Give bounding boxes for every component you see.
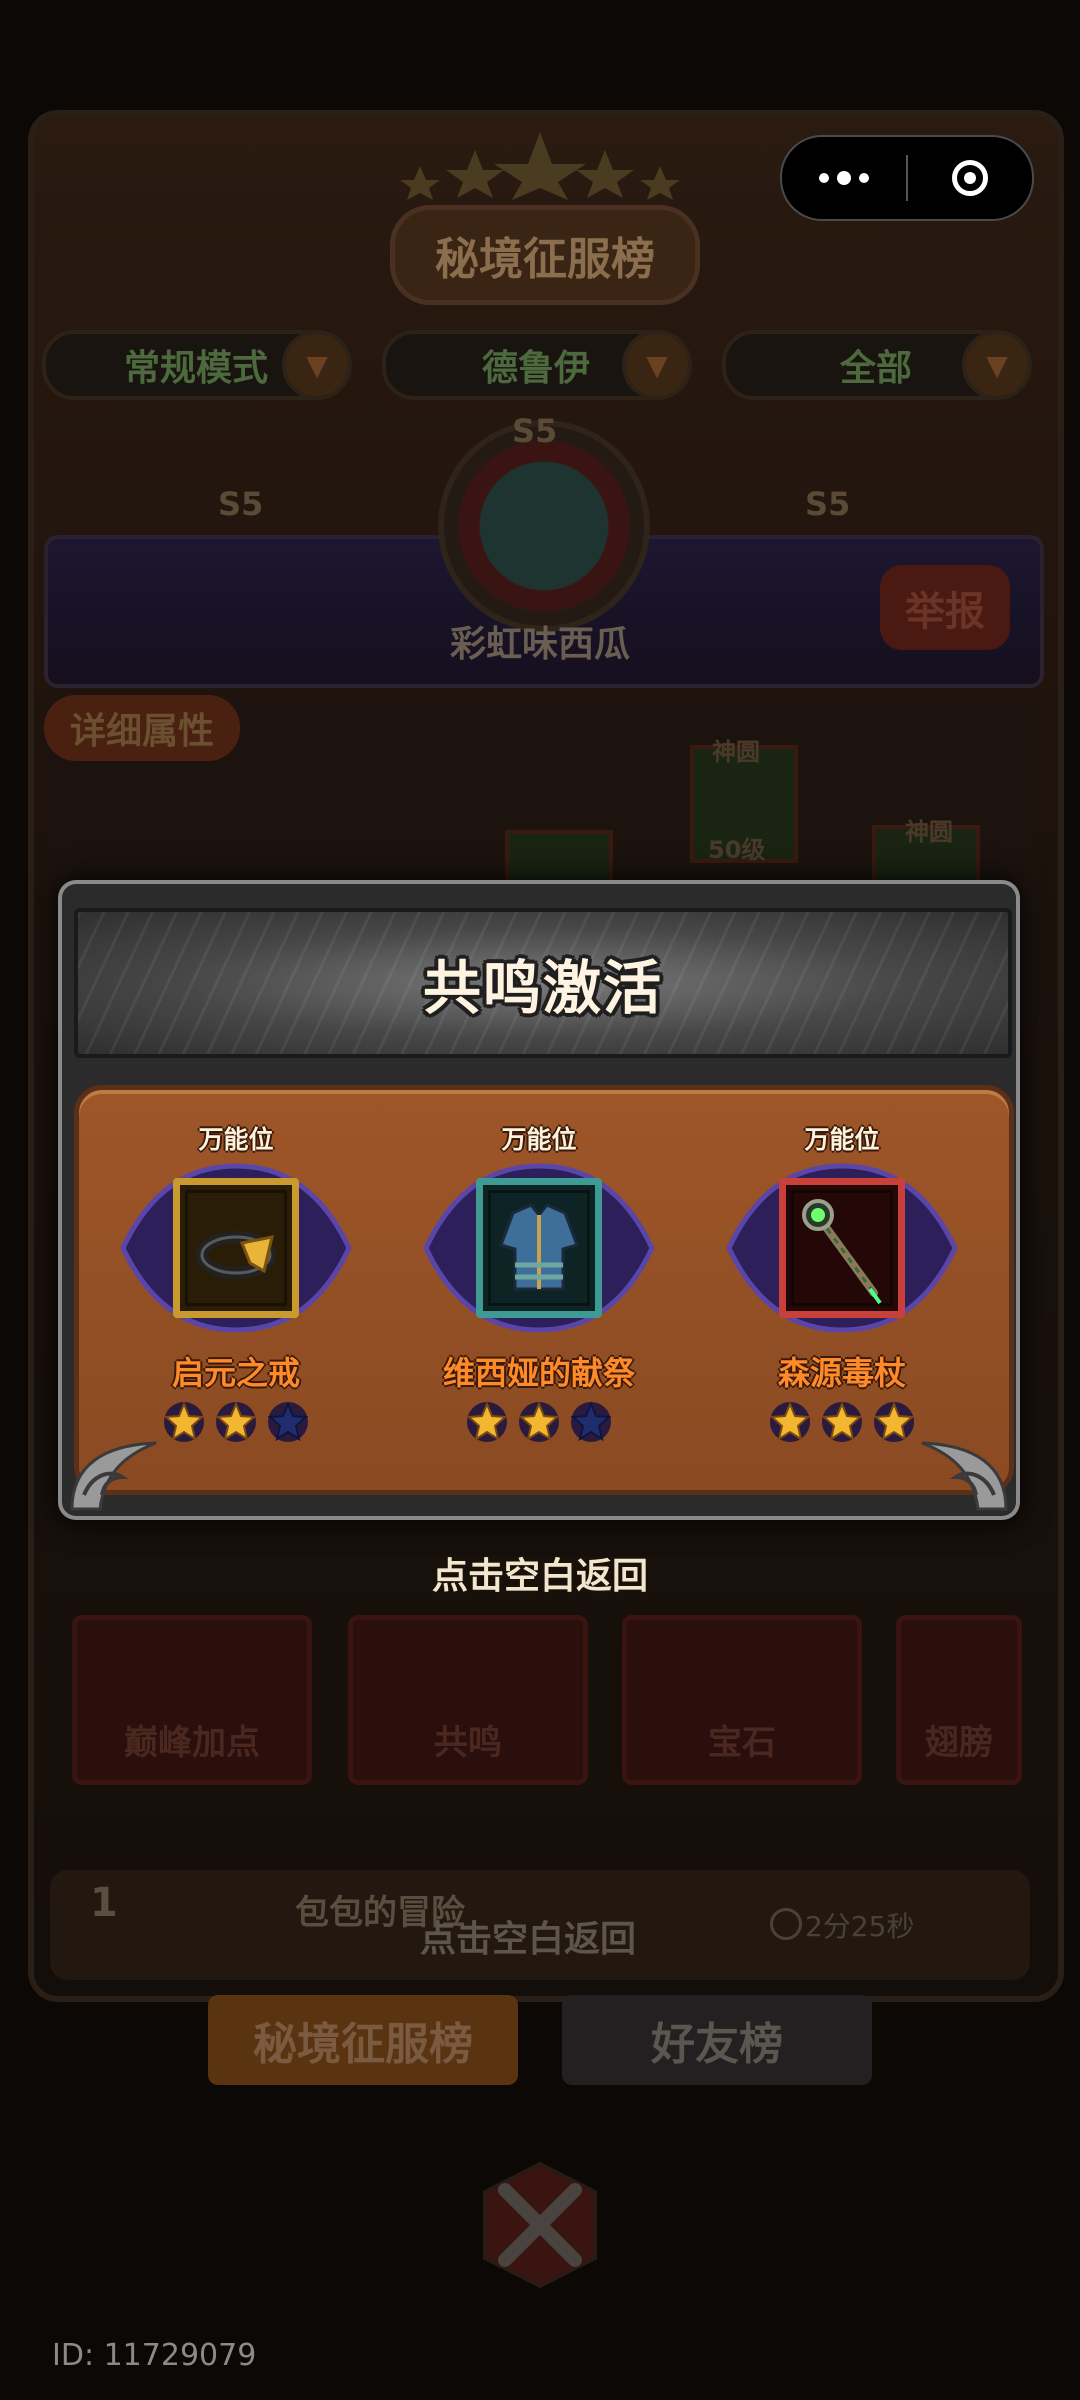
equip-level-label: 50级	[708, 836, 766, 864]
tab-friends-board[interactable]: 好友榜	[562, 1995, 872, 2085]
class-filter-dropdown[interactable]: 德鲁伊 ▼	[382, 330, 692, 400]
modal-header: 共鸣激活	[74, 908, 1012, 1058]
star-filled-icon	[215, 1401, 257, 1442]
star-rating	[414, 1400, 664, 1444]
item-slot	[414, 1158, 664, 1348]
back-hint-behind: 点击空白返回	[420, 1919, 637, 1960]
item-name: 维西娅的献祭	[442, 1354, 635, 1392]
chevron-down-icon: ▼	[622, 330, 692, 400]
item-slot-tag: 万能位	[804, 1125, 880, 1154]
clock-icon	[770, 1908, 802, 1940]
modal-title: 共鸣激活	[422, 954, 663, 1022]
class-filter-label: 德鲁伊	[481, 348, 590, 389]
feature-button-gem[interactable]: 宝石	[622, 1615, 862, 1785]
board-title: 秘境征服榜	[390, 205, 700, 305]
miniprogram-capsule	[780, 135, 1034, 221]
star-empty-icon	[570, 1401, 612, 1442]
scope-filter-label: 全部	[839, 348, 912, 389]
chevron-down-icon: ▼	[282, 330, 352, 400]
star-filled-icon	[873, 1401, 915, 1442]
tap-blank-to-return-hint[interactable]: 点击空白返回	[0, 1547, 1080, 1599]
armor-icon	[499, 1203, 579, 1291]
user-id: ID: 11729079	[52, 2338, 257, 2373]
item-slot	[111, 1158, 361, 1348]
item-name: 森源毒杖	[777, 1354, 906, 1392]
mode-filter-dropdown[interactable]: 常规模式 ▼	[42, 330, 352, 400]
scope-filter-dropdown[interactable]: 全部 ▼	[722, 330, 1032, 400]
rank-number: 1	[90, 1880, 118, 1926]
mode-filter-label: 常规模式	[123, 348, 268, 389]
star-rating	[111, 1400, 361, 1444]
feature-button-wings[interactable]: 翅膀	[896, 1615, 1022, 1785]
crown-stars-icon	[400, 132, 680, 200]
resonance-item[interactable]: 万能位 启元之戒	[111, 1120, 361, 1444]
details-tag[interactable]: 详细属性	[44, 695, 240, 761]
tab-conquest-board[interactable]: 秘境征服榜	[208, 1995, 518, 2085]
equip-quality-label: 神圆	[712, 738, 760, 766]
star-rating	[717, 1400, 967, 1444]
item-frame	[779, 1178, 905, 1318]
chevron-down-icon: ▼	[962, 330, 1032, 400]
item-frame	[173, 1178, 299, 1318]
equip-quality-label: 神圆	[905, 818, 953, 846]
star-filled-icon	[163, 1401, 205, 1442]
feature-button-peak[interactable]: 巅峰加点	[72, 1615, 312, 1785]
staff-icon	[802, 1199, 882, 1305]
target-ring-icon[interactable]	[908, 137, 1032, 219]
star-filled-icon	[466, 1401, 508, 1442]
more-dots-icon[interactable]	[782, 137, 906, 219]
item-slot-tag: 万能位	[198, 1125, 274, 1154]
rank-time: 2分25秒	[805, 1910, 915, 1943]
season-badge: S5	[805, 485, 851, 523]
season-badge: S5	[218, 485, 264, 523]
item-name: 启元之戒	[171, 1354, 300, 1392]
resonance-modal: 共鸣激活 万能位 启元之戒 万能位 维西娅的献祭 万能位 森源毒杖	[58, 880, 1020, 1520]
resonance-item[interactable]: 万能位 森源毒杖	[717, 1120, 967, 1444]
star-filled-icon	[821, 1401, 863, 1442]
star-filled-icon	[769, 1401, 811, 1442]
feature-button-resonance[interactable]: 共鸣	[348, 1615, 588, 1785]
season-badge: S5	[512, 412, 558, 450]
star-empty-icon	[267, 1401, 309, 1442]
report-button[interactable]: 举报	[880, 565, 1010, 650]
resonance-item[interactable]: 万能位 维西娅的献祭	[414, 1120, 664, 1444]
item-frame	[476, 1178, 602, 1318]
item-slot-tag: 万能位	[501, 1125, 577, 1154]
close-emblem-icon[interactable]	[475, 2160, 605, 2290]
star-filled-icon	[518, 1401, 560, 1442]
ring-icon	[196, 1231, 276, 1279]
player-avatar[interactable]	[438, 420, 650, 632]
player-name: 彩虹味西瓜	[449, 624, 630, 665]
item-slot	[717, 1158, 967, 1348]
